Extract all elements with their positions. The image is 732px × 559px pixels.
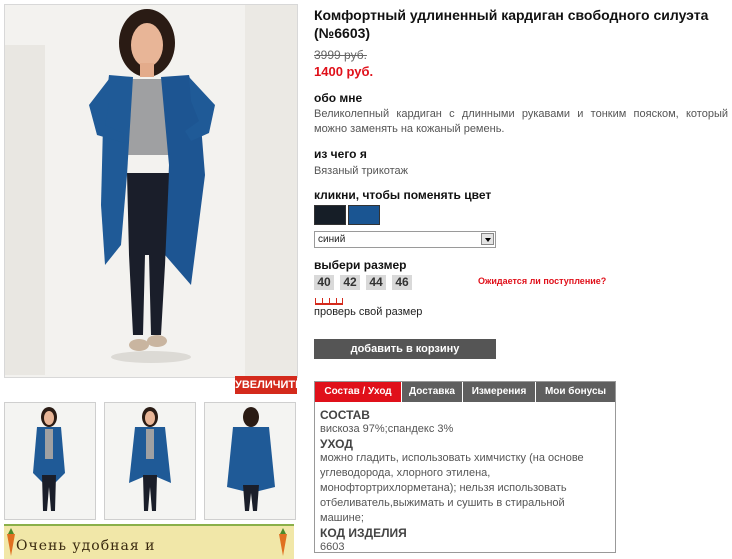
size-heading: выбери размер [314,258,407,272]
color-swatch-dark[interactable] [314,205,346,225]
new-price: 1400 руб. [314,64,374,79]
ruler-icon [315,298,343,305]
code-heading: КОД ИЗДЕЛИЯ [320,526,407,540]
promo-banner[interactable]: Очень удобная и [4,524,294,559]
size-check-link[interactable]: проверь свой размер [314,306,422,318]
color-heading: кликни, чтобы поменять цвет [314,188,492,202]
color-swatch-blue[interactable] [348,205,380,225]
product-title: Комфортный удлиненный кардиган свободног… [314,7,709,41]
thumbnail-3-image [227,407,275,511]
code-text: 6603 [320,541,345,553]
tab-delivery[interactable]: Доставка [402,382,463,402]
material-text: Вязаный трикотаж [314,165,409,177]
care-heading: УХОД [320,437,353,451]
chevron-down-icon[interactable] [481,233,494,245]
zoom-button[interactable]: УВЕЛИЧИТЬ [235,376,303,394]
old-price: 3999 руб. [314,48,367,62]
size-option-46[interactable]: 46 [392,275,412,290]
banner-text: Очень удобная и [16,538,156,554]
tab-bonuses[interactable]: Мои бонусы [536,382,615,402]
size-option-42[interactable]: 42 [340,275,360,290]
composition-heading: СОСТАВ [320,408,370,422]
thumbnail-2[interactable] [104,402,196,520]
add-to-cart-button[interactable]: добавить в корзину [314,339,496,359]
about-text: Великолепный кардиган с длинными рукавам… [314,108,728,135]
color-select-value: синий [318,234,346,245]
thumbnail-3[interactable] [204,402,296,520]
tab-measurements[interactable]: Измерения [463,382,536,402]
tab-composition[interactable]: Состав / Уход [315,382,402,402]
model-illustration [5,5,297,377]
thumbnail-2-image [129,407,171,511]
notify-link[interactable]: Ожидается ли поступление? [478,276,606,286]
material-heading: из чего я [314,147,367,161]
size-option-44[interactable]: 44 [366,275,386,290]
thumbnail-1[interactable] [4,402,96,520]
composition-text: вискоза 97%;спандекс 3% [320,423,454,435]
thumbnail-1-image [33,407,65,511]
product-info-tabs: Состав / Уход Доставка Измерения Мои бон… [314,381,616,553]
about-heading: обо мне [314,91,363,105]
care-text: можно гладить, использовать химчистку (н… [320,452,584,524]
color-select[interactable]: синий [314,231,496,248]
main-product-photo[interactable] [4,4,298,378]
tab-content: СОСТАВ вискоза 97%;спандекс 3% УХОД можн… [320,408,610,555]
size-option-40[interactable]: 40 [314,275,334,290]
carrot-icon [279,528,287,556]
